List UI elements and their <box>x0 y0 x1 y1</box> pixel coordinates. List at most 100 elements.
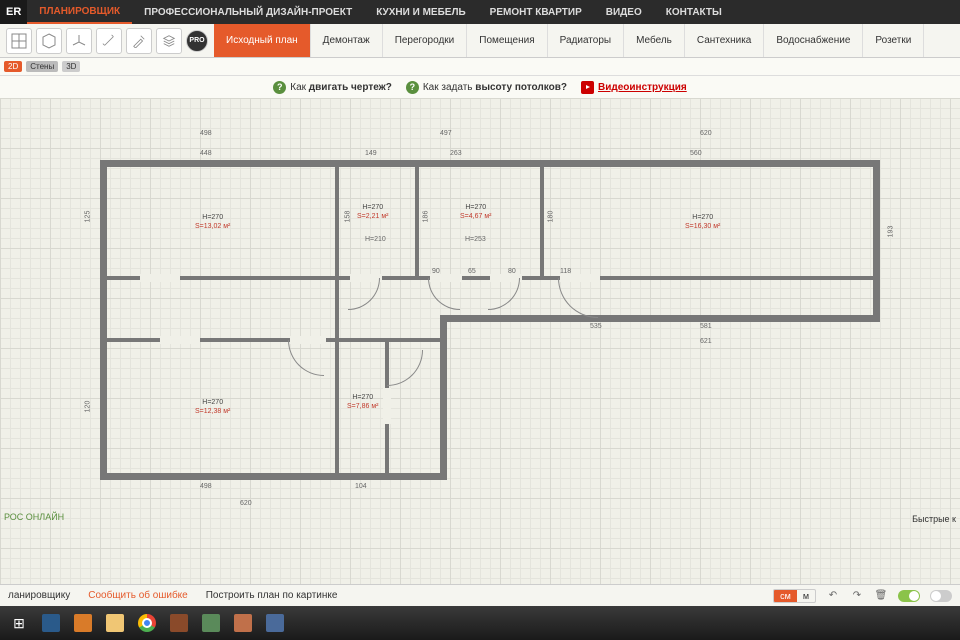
room-label: H=270S=13,02 м² <box>195 213 230 231</box>
tool-layers-icon[interactable] <box>156 28 182 54</box>
tab-rooms[interactable]: Помещения <box>467 24 547 57</box>
dim: H=210 <box>365 236 386 243</box>
task-app-3[interactable] <box>164 609 194 637</box>
nav-contacts[interactable]: КОНТАКТЫ <box>654 0 734 24</box>
dim: 560 <box>690 150 702 157</box>
redo-icon[interactable]: ↷ <box>850 589 864 603</box>
toggle-2[interactable] <box>930 590 952 602</box>
nav-kitchen[interactable]: КУХНИ И МЕБЕЛЬ <box>364 0 477 24</box>
dim: H=253 <box>465 236 486 243</box>
nav-video[interactable]: ВИДЕО <box>594 0 654 24</box>
tab-plumbing[interactable]: Сантехника <box>685 24 765 57</box>
task-app-1[interactable] <box>36 609 66 637</box>
dim: 620 <box>240 500 252 507</box>
tool-hammer-icon[interactable] <box>126 28 152 54</box>
wall[interactable] <box>873 160 880 322</box>
toolbar: PRO Исходный план Демонтаж Перегородки П… <box>0 24 960 58</box>
view-walls-button[interactable]: Стены <box>26 61 58 72</box>
door[interactable] <box>387 350 423 386</box>
tab-demolition[interactable]: Демонтаж <box>311 24 383 57</box>
floor-plan[interactable]: 498 497 620 448 149 263 560 <box>90 128 890 508</box>
room-label: H=270S=12,38 м² <box>195 398 230 416</box>
quick-actions[interactable]: Быстрые к <box>912 514 956 524</box>
hint-ceiling[interactable]: ? Как задать высоту потолков? <box>406 81 567 94</box>
dim: 118 <box>560 268 571 275</box>
tab-partitions[interactable]: Перегородки <box>383 24 468 57</box>
door[interactable] <box>558 278 598 318</box>
link-planner[interactable]: ланировщику <box>8 590 70 601</box>
wall[interactable] <box>540 164 544 279</box>
wall[interactable] <box>335 280 339 473</box>
link-report-bug[interactable]: Сообщить об ошибке <box>88 590 187 601</box>
tool-magic-icon[interactable] <box>96 28 122 54</box>
dim: 498 <box>200 483 212 490</box>
room-label: H=270S=7,86 м² <box>347 393 378 411</box>
wall[interactable] <box>100 160 107 480</box>
nav-design[interactable]: ПРОФЕССИОНАЛЬНЫЙ ДИЗАЙН-ПРОЕКТ <box>132 0 364 24</box>
tab-furniture[interactable]: Мебель <box>624 24 685 57</box>
dim: 65 <box>468 268 476 275</box>
unit-toggle[interactable]: см м <box>773 589 816 603</box>
trash-icon[interactable]: 🗑 <box>874 589 888 603</box>
wall[interactable] <box>415 164 419 279</box>
room-label: H=270S=2,21 м² <box>357 203 388 221</box>
dim: 448 <box>200 150 212 157</box>
unit-cm[interactable]: см <box>774 590 797 602</box>
task-app-2[interactable] <box>68 609 98 637</box>
wall[interactable] <box>440 315 880 322</box>
online-status[interactable]: РОС ОНЛАЙН <box>0 510 68 524</box>
view-2d-button[interactable]: 2D <box>4 61 22 72</box>
tool-cube-icon[interactable] <box>36 28 62 54</box>
nav-planner[interactable]: ПЛАНИРОВЩИК <box>27 0 132 24</box>
room-label: H=270S=16,30 м² <box>685 213 720 231</box>
door[interactable] <box>488 278 520 310</box>
task-app-6[interactable] <box>260 609 290 637</box>
youtube-icon <box>581 81 594 94</box>
undo-icon[interactable]: ↶ <box>826 589 840 603</box>
dim: 90 <box>432 268 440 275</box>
dim: 193 <box>887 226 894 238</box>
tool-blueprint-icon[interactable] <box>6 28 32 54</box>
hint-text: Видеоинструкция <box>598 82 687 93</box>
tab-source-plan[interactable]: Исходный план <box>214 24 311 57</box>
top-nav: ER ПЛАНИРОВЩИК ПРОФЕССИОНАЛЬНЫЙ ДИЗАЙН-П… <box>0 0 960 24</box>
tab-sockets[interactable]: Розетки <box>863 24 924 57</box>
door[interactable] <box>348 278 380 310</box>
dim: 149 <box>365 150 377 157</box>
hint-move[interactable]: ? Как двигать чертеж? <box>273 81 392 94</box>
dim: 186 <box>422 211 429 223</box>
view-3d-button[interactable]: 3D <box>62 61 80 72</box>
taskbar: ⊞ <box>0 606 960 640</box>
task-app-5[interactable] <box>228 609 258 637</box>
door[interactable] <box>428 278 460 310</box>
canvas[interactable]: 498 497 620 448 149 263 560 <box>0 98 960 584</box>
tabs: Исходный план Демонтаж Перегородки Помещ… <box>214 24 960 57</box>
view-bar: 2D Стены 3D <box>0 58 960 76</box>
task-app-4[interactable] <box>196 609 226 637</box>
nav-repair[interactable]: РЕМОНТ КВАРТИР <box>478 0 594 24</box>
tool-pro-badge[interactable]: PRO <box>186 30 208 52</box>
task-explorer[interactable] <box>100 609 130 637</box>
dim: 104 <box>355 483 367 490</box>
wall[interactable] <box>335 164 339 279</box>
tool-3d-icon[interactable] <box>66 28 92 54</box>
hints-bar: ? Как двигать чертеж? ? Как задать высот… <box>0 76 960 98</box>
wall[interactable] <box>100 160 880 167</box>
wall[interactable] <box>107 338 440 342</box>
dim: 125 <box>84 211 91 223</box>
link-build-from-pic[interactable]: Построить план по картинке <box>206 590 338 601</box>
door[interactable] <box>288 340 324 376</box>
tab-water[interactable]: Водоснабжение <box>764 24 863 57</box>
toggle-1[interactable] <box>898 590 920 602</box>
hint-video[interactable]: Видеоинструкция <box>581 81 687 94</box>
dim: 80 <box>508 268 516 275</box>
unit-m[interactable]: м <box>797 590 815 602</box>
hint-text: Как задать высоту потолков? <box>423 82 567 93</box>
dim: 535 <box>590 323 602 330</box>
tab-radiators[interactable]: Радиаторы <box>548 24 624 57</box>
task-chrome[interactable] <box>132 609 162 637</box>
wall[interactable] <box>100 473 447 480</box>
start-button[interactable]: ⊞ <box>4 609 34 637</box>
dim: 620 <box>700 130 712 137</box>
wall[interactable] <box>440 315 447 480</box>
